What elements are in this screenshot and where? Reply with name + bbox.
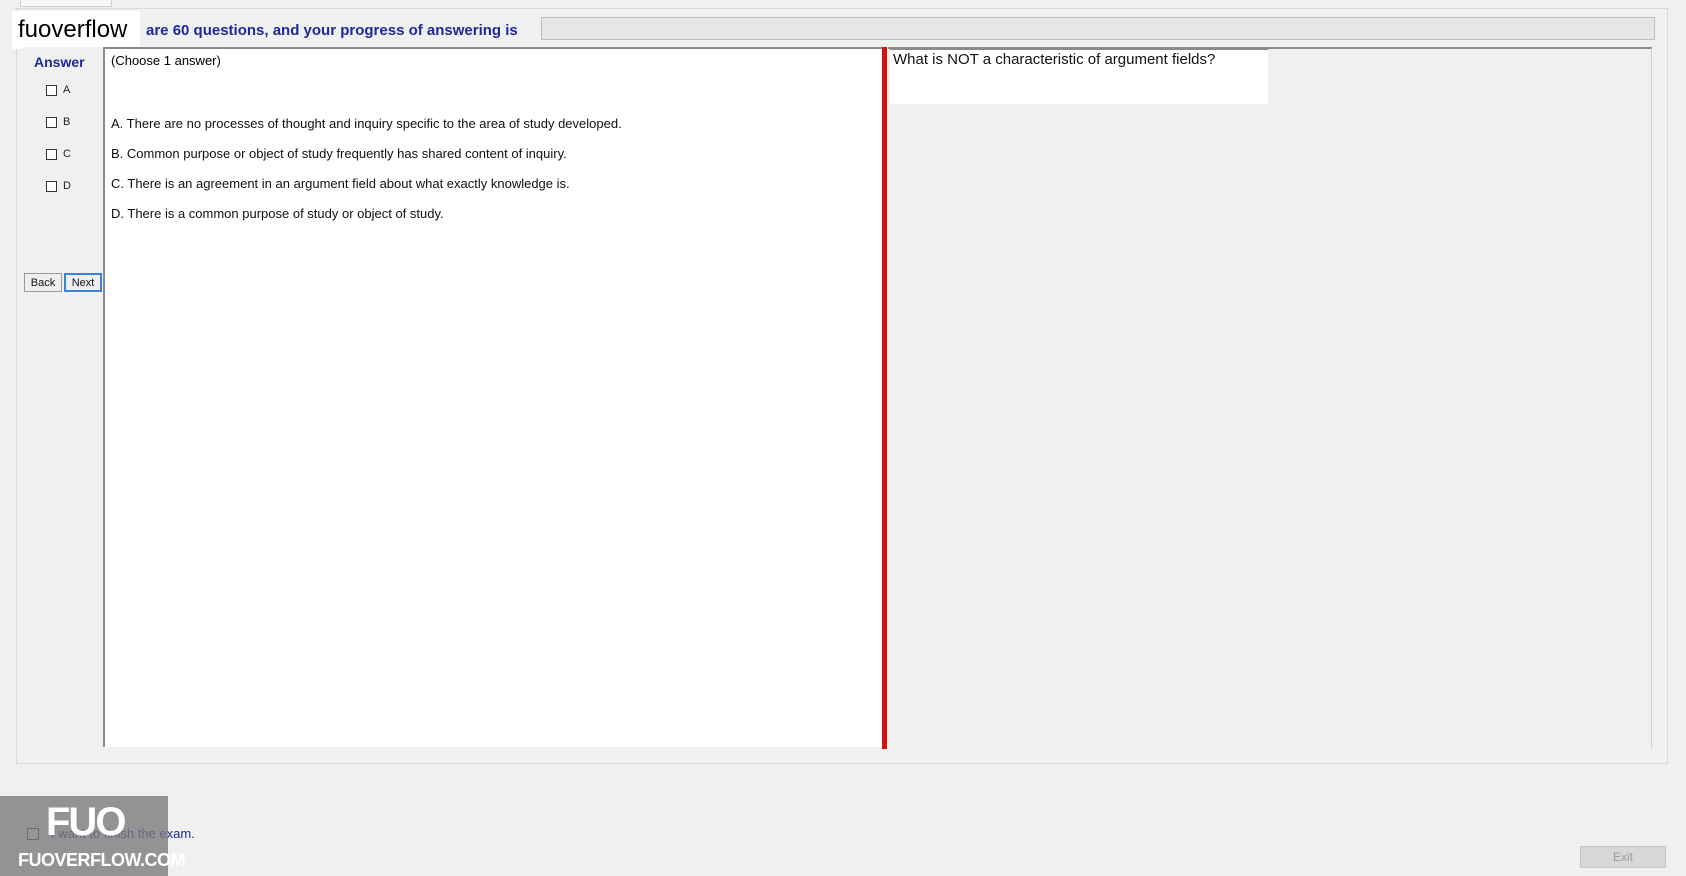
answer-option-label: C [63,148,71,160]
top-tab [20,0,112,7]
answer-title: Answer [34,54,85,70]
option-text-a: A. There are no processes of thought and… [111,116,622,131]
option-text-c: C. There is an agreement in an argument … [111,176,570,191]
answer-option-c[interactable]: C [46,148,71,160]
question-panel [888,47,1652,748]
exit-button[interactable]: Exit [1580,846,1666,868]
answer-option-b[interactable]: B [46,116,70,128]
checkbox-b[interactable] [46,116,57,128]
checkbox-d[interactable] [46,180,57,192]
checkbox-c[interactable] [46,148,57,160]
answer-option-label: D [63,180,71,192]
watermark-logo: FUO [46,800,126,844]
answer-option-label: A [63,84,71,96]
option-text-d: D. There is a common purpose of study or… [111,206,444,221]
choose-instruction: (Choose 1 answer) [111,53,221,68]
back-button[interactable]: Back [24,273,62,292]
checkbox-a[interactable] [46,84,57,96]
logo-watermark-top: fuoverflow [12,11,140,49]
question-text: What is NOT a characteristic of argument… [893,51,1216,68]
progress-bar [541,17,1655,40]
option-text-b: B. Common purpose or object of study fre… [111,146,567,161]
answer-option-d[interactable]: D [46,180,71,192]
panel-splitter[interactable] [882,47,887,749]
answer-option-label: B [63,116,71,128]
next-button[interactable]: Next [64,273,102,292]
answer-option-a[interactable]: A [46,84,70,96]
watermark-site: FUOVERFLOW.COM [18,850,186,870]
progress-text: are 60 questions, and your progress of a… [146,22,518,39]
